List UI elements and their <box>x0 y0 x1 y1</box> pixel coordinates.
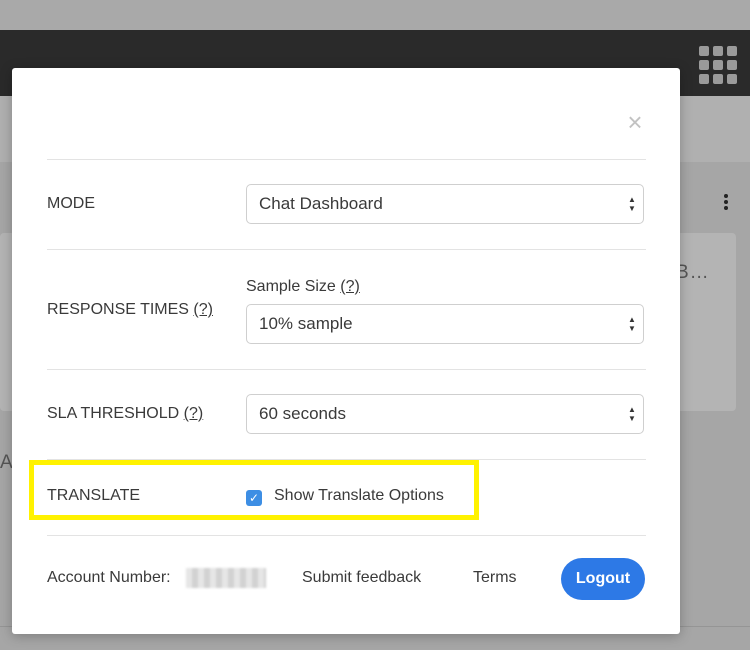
mode-select-value: Chat Dashboard <box>259 194 383 213</box>
background-side-text: A <box>0 452 13 473</box>
account-number-label: Account Number: <box>47 569 171 586</box>
highlight-box <box>29 460 479 520</box>
sample-size-select[interactable]: 10% sample ▲ ▼ <box>246 304 644 344</box>
sla-threshold-label: SLA THRESHOLD (?) <box>47 405 204 422</box>
select-arrows-icon: ▲ ▼ <box>628 195 636 213</box>
response-times-help-link[interactable]: (?) <box>193 301 213 318</box>
sla-help-link[interactable]: (?) <box>184 405 204 422</box>
mode-select[interactable]: Chat Dashboard ▲ ▼ <box>246 184 644 224</box>
sample-size-label: Sample Size (?) <box>246 278 360 295</box>
response-times-label: RESPONSE TIMES (?) <box>47 301 213 318</box>
apps-grid-icon[interactable] <box>699 46 737 84</box>
background-card-text: B… <box>676 262 710 283</box>
account-number-redacted <box>186 568 266 588</box>
sla-threshold-select[interactable]: 60 seconds ▲ ▼ <box>246 394 644 434</box>
sample-size-value: 10% sample <box>259 314 353 333</box>
settings-modal: × MODE Chat Dashboard ▲ ▼ RESPONSE TIMES … <box>12 68 680 634</box>
logout-button[interactable]: Logout <box>561 558 645 600</box>
more-options-icon[interactable] <box>724 194 729 212</box>
submit-feedback-link[interactable]: Submit feedback <box>302 569 421 587</box>
divider <box>47 249 646 250</box>
select-arrows-icon: ▲ ▼ <box>628 405 636 423</box>
divider <box>47 535 646 536</box>
divider <box>47 369 646 370</box>
terms-link[interactable]: Terms <box>473 569 517 587</box>
select-arrows-icon: ▲ ▼ <box>628 315 636 333</box>
mode-label: MODE <box>47 195 95 212</box>
sample-size-help-link[interactable]: (?) <box>340 278 360 295</box>
close-icon[interactable]: × <box>624 109 646 135</box>
divider <box>47 159 646 160</box>
sla-threshold-value: 60 seconds <box>259 404 346 423</box>
